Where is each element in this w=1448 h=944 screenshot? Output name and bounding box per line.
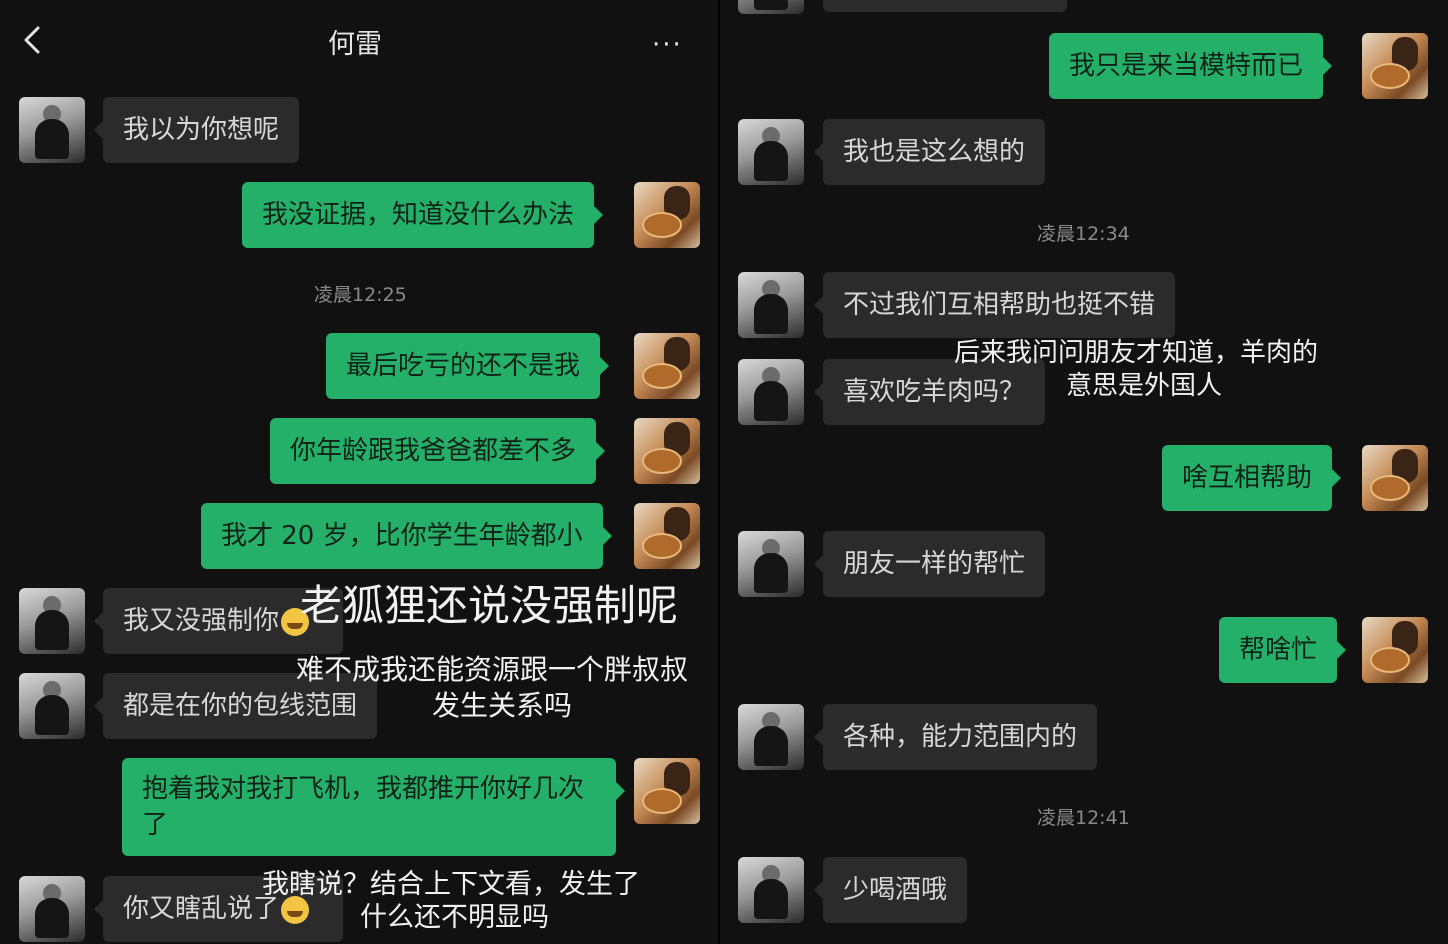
my-avatar[interactable] bbox=[634, 503, 700, 569]
my-avatar[interactable] bbox=[634, 758, 700, 824]
contact-avatar[interactable] bbox=[738, 119, 804, 185]
message-bubble-sent[interactable]: 我没证据，知道没什么办法 bbox=[242, 182, 604, 248]
contact-avatar[interactable] bbox=[738, 359, 804, 425]
my-avatar[interactable] bbox=[634, 333, 700, 399]
contact-avatar[interactable] bbox=[738, 704, 804, 770]
contact-avatar[interactable] bbox=[19, 588, 85, 654]
message-bubble-received[interactable]: 我以为你想呢 bbox=[93, 97, 300, 163]
annotation-caption: 后来我问问朋友才知道，羊肉的 bbox=[954, 338, 1319, 368]
my-avatar[interactable] bbox=[634, 182, 700, 248]
message-bubble-received[interactable]: 不过我们互相帮助也挺不错 bbox=[813, 272, 1176, 338]
annotation-caption: 意思是外国人 bbox=[1066, 371, 1223, 401]
message-bubble-received[interactable]: 我也是这么想的 bbox=[813, 119, 1046, 185]
chat-panel-left: 何雷 ··· 我以为你想呢 我没证据，知道没什么办法 凌晨12:25 最后吃亏的… bbox=[0, 0, 718, 944]
message-bubble-sent[interactable]: 我才 20 岁，比你学生年龄都小 bbox=[201, 503, 612, 569]
timestamp: 凌晨12:41 bbox=[1037, 807, 1130, 829]
message-bubble-sent[interactable]: 你年龄跟我爸爸都差不多 bbox=[270, 418, 606, 484]
annotation-caption: 老狐狸还说没强制呢 bbox=[300, 581, 679, 630]
back-arrow-icon[interactable] bbox=[22, 26, 46, 54]
message-bubble-sent[interactable]: 最后吃亏的还不是我 bbox=[326, 333, 610, 399]
chat-panel-right: 我只是来当模特而已 我也是这么想的 凌晨12:34 不过我们互相帮助也挺不错 喜… bbox=[720, 0, 1448, 944]
contact-avatar[interactable] bbox=[738, 857, 804, 923]
contact-avatar[interactable] bbox=[19, 876, 85, 942]
annotation-caption: 什么还不明显吗 bbox=[360, 902, 549, 933]
message-bubble-received[interactable]: 朋友一样的帮忙 bbox=[813, 531, 1046, 597]
my-avatar[interactable] bbox=[634, 418, 700, 484]
contact-avatar[interactable] bbox=[19, 673, 85, 739]
more-options-icon[interactable]: ··· bbox=[652, 30, 683, 60]
message-bubble-sent[interactable]: 帮啥忙 bbox=[1219, 617, 1347, 683]
annotation-caption: 发生关系吗 bbox=[432, 689, 573, 722]
contact-avatar[interactable] bbox=[738, 531, 804, 597]
contact-avatar[interactable] bbox=[738, 0, 804, 14]
message-bubble-received[interactable]: 少喝酒哦 bbox=[813, 857, 968, 923]
timestamp: 凌晨12:25 bbox=[314, 284, 407, 306]
chat-title: 何雷 bbox=[328, 29, 382, 60]
message-bubble-received-partial[interactable] bbox=[823, 0, 1067, 12]
my-avatar[interactable] bbox=[1362, 617, 1428, 683]
annotation-caption: 难不成我还能资源跟一个胖叔叔 bbox=[296, 653, 689, 686]
my-avatar[interactable] bbox=[1362, 33, 1428, 99]
message-bubble-sent[interactable]: 我只是来当模特而已 bbox=[1049, 33, 1333, 99]
message-text: 你又瞎乱说了 bbox=[123, 894, 280, 924]
my-avatar[interactable] bbox=[1362, 445, 1428, 511]
message-bubble-sent[interactable]: 啥互相帮助 bbox=[1162, 445, 1342, 511]
message-bubble-received[interactable]: 各种，能力范围内的 bbox=[813, 704, 1098, 770]
contact-avatar[interactable] bbox=[738, 272, 804, 338]
message-bubble-sent[interactable]: 抱着我对我打飞机，我都推开你好几次了 bbox=[122, 758, 625, 856]
message-text: 我又没强制你 bbox=[123, 606, 280, 636]
timestamp: 凌晨12:34 bbox=[1037, 223, 1130, 245]
contact-avatar[interactable] bbox=[19, 97, 85, 163]
